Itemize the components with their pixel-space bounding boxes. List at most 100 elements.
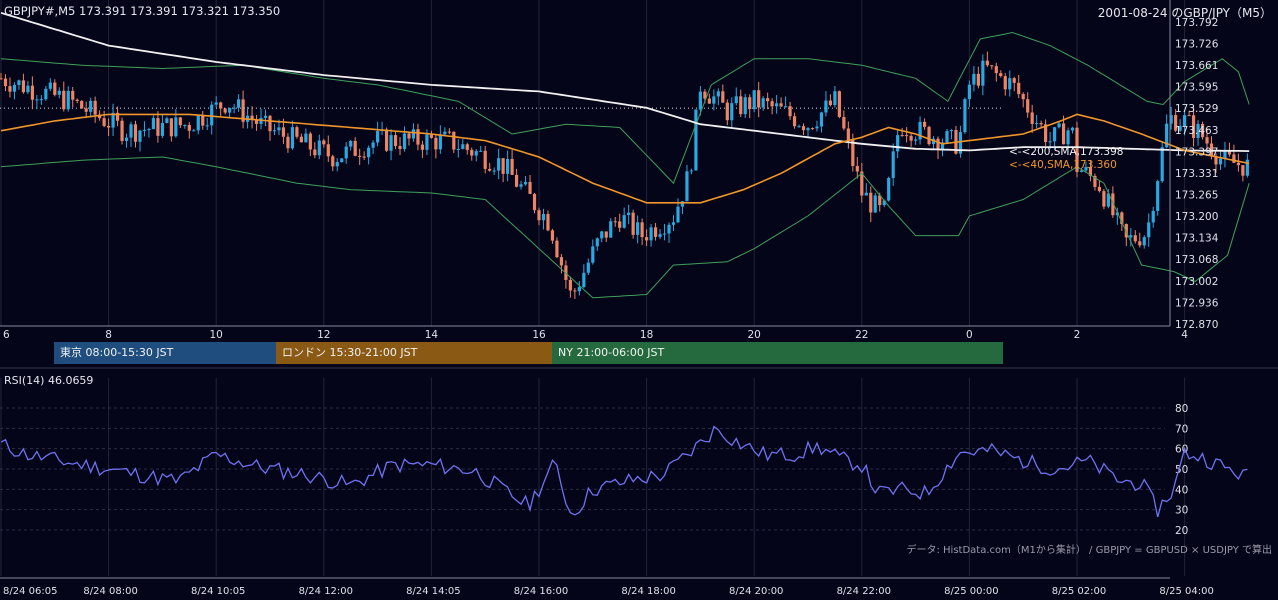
candle-bear [30, 85, 34, 100]
candle-bull [591, 246, 595, 263]
candle-bear [1232, 154, 1236, 163]
candle-bull [887, 177, 891, 201]
candle-bull [1129, 235, 1133, 238]
candle-bull [425, 134, 429, 150]
candle-bear [810, 128, 815, 130]
candle-bear [994, 66, 998, 74]
price-x-tick-label: 14 [425, 329, 439, 341]
candle-bear [62, 90, 66, 110]
candle-bull [577, 287, 581, 292]
candle-bear [613, 221, 617, 223]
candle-bear [1061, 123, 1066, 145]
price-y-tick-label: 173.134 [1175, 233, 1219, 245]
candle-bull [367, 147, 371, 158]
candle-bull [1008, 78, 1012, 90]
candle-bear [331, 156, 335, 167]
candle-bear [1017, 82, 1021, 95]
candle-bull [685, 171, 689, 202]
candle-bull [48, 82, 52, 89]
candle-bear [398, 146, 402, 149]
rsi-x-tick-label: 8/24 10:05 [191, 586, 245, 597]
candle-bull [129, 124, 133, 138]
price-x-tick-label: 8 [105, 329, 112, 341]
candle-bull [263, 115, 268, 118]
rsi-x-tick-label: 8/24 14:05 [406, 586, 460, 597]
candle-bear [537, 210, 541, 221]
candle-bull [147, 129, 151, 131]
price-x-tick-label: 16 [532, 329, 546, 341]
candle-bull [1156, 181, 1160, 211]
candle-bear [268, 115, 272, 132]
candle-bull [492, 170, 496, 172]
candle-bull [627, 212, 631, 216]
candle-bull [636, 222, 640, 235]
candle-bull [160, 122, 164, 136]
candle-bull [35, 99, 39, 101]
candle-bull [39, 99, 43, 101]
candle-bear [434, 137, 438, 150]
candle-bear [488, 168, 492, 171]
rsi-y-tick-label: 20 [1175, 525, 1188, 537]
candle-bear [1241, 165, 1245, 176]
candle-bear [922, 121, 927, 127]
candle-bear [1003, 76, 1007, 90]
rsi-label: RSI(14) 46.0659 [4, 374, 94, 387]
candle-bear [362, 156, 366, 158]
candle-bull [945, 131, 949, 143]
candle-bull [26, 85, 30, 93]
rsi-x-tick-label: 8/24 12:00 [299, 586, 353, 597]
candle-bull [349, 140, 353, 147]
candle-bear [837, 91, 841, 117]
candle-bear [133, 124, 138, 142]
price-y-tick-label: 173.331 [1175, 168, 1218, 180]
rsi-x-tick-label: 8/24 16:00 [514, 586, 568, 597]
candle-bear [8, 86, 12, 92]
candle-bear [326, 144, 330, 157]
candle-bull [402, 133, 407, 149]
rsi-x-tick-label: 8/25 02:00 [1052, 586, 1106, 597]
rsi-x-tick-label: 8/24 22:00 [837, 586, 891, 597]
candle-bull [66, 90, 70, 110]
candle-bull [694, 109, 698, 171]
candle-bull [716, 91, 720, 97]
rsi-x-tick-label: 8/25 00:00 [944, 586, 998, 597]
candle-bull [174, 117, 178, 137]
candle-bear [71, 90, 75, 100]
candle-bear [976, 73, 980, 86]
candle-bull [376, 131, 380, 143]
candle-bear [1133, 235, 1137, 242]
chart-canvas: 6 8 10 12 14 16 18 20 22 0 2 4173.792173.726173.661… [0, 0, 1278, 597]
candle-bear [792, 116, 797, 127]
candle-bull [806, 128, 810, 131]
candle-bear [927, 126, 931, 145]
candle-bear [501, 158, 505, 174]
price-axes: 6 8 10 12 14 16 18 20 22 0 2 4173.792173.726173.661… [0, 0, 1278, 579]
candle-bear [107, 125, 111, 128]
candle-bear [295, 127, 299, 137]
rsi-panel: 807060504030208/24 06:05 8/24 08:00 8/24 1… [0, 403, 1248, 597]
candle-bull [1035, 123, 1039, 125]
candle-bull [479, 150, 483, 152]
ma-legend-label: <-<40,SMA,173.360 [1009, 159, 1117, 171]
candle-bull [272, 130, 277, 132]
price-y-tick-label: 173.595 [1175, 82, 1218, 94]
candle-bear [618, 221, 622, 228]
candle-bull [340, 158, 344, 163]
candle-bear [653, 227, 658, 237]
candle-bull [237, 99, 241, 108]
candle-bear [990, 65, 994, 67]
candle-bull [1048, 141, 1052, 143]
price-x-tick-label: 2 [1074, 329, 1081, 341]
candle-bull [443, 131, 447, 135]
candle-bull [949, 130, 954, 132]
candle-bear [1138, 241, 1142, 246]
candle-bear [748, 97, 752, 110]
candle-bear [420, 144, 425, 150]
candle-bull [461, 144, 465, 149]
candle-bull [1147, 222, 1151, 238]
candle-bull [192, 130, 196, 132]
candle-bull [371, 142, 375, 148]
candle-bear [178, 117, 182, 126]
candle-bull [1151, 210, 1155, 223]
candle-bear [286, 136, 290, 149]
